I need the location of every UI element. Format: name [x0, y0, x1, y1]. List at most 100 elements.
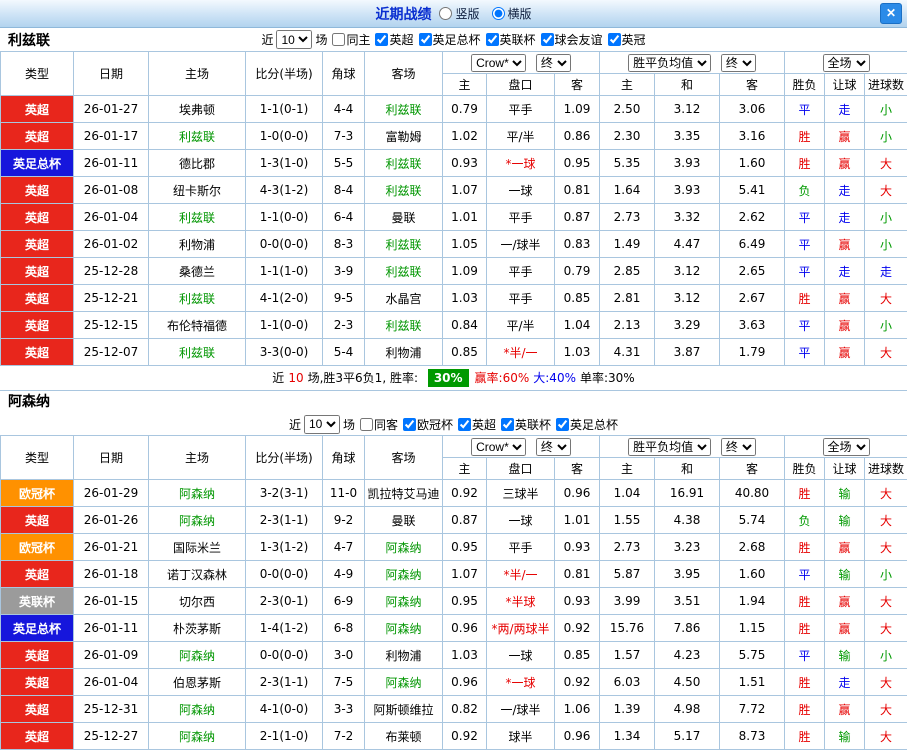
home-team: 诺丁汉森林 — [149, 561, 246, 588]
match-count-select[interactable]: 10 — [276, 30, 312, 49]
result-handicap: 赢 — [825, 150, 865, 177]
league-filter-0[interactable]: 同客 — [360, 416, 398, 433]
win-odds: 5.35 — [600, 150, 655, 177]
result-wdl: 平 — [785, 258, 825, 285]
col-type-header: 类型 — [1, 52, 74, 96]
scope-select[interactable]: 全场 — [823, 54, 870, 72]
final-odds-select[interactable]: 终 — [536, 54, 571, 72]
home-team: 埃弗顿 — [149, 96, 246, 123]
score: 4-1(0-0) — [246, 696, 323, 723]
win-odds: 1.49 — [600, 231, 655, 258]
handicap-line: *一球 — [487, 669, 555, 696]
layout-radio-input[interactable] — [492, 7, 505, 20]
league-filter-label: 英超 — [472, 416, 496, 433]
odds-group-header: 胜平负均值 终 — [600, 52, 785, 74]
col-corner-header: 角球 — [323, 52, 365, 96]
league-filter-checkbox[interactable] — [458, 418, 471, 431]
layout-radio-input[interactable] — [439, 7, 452, 20]
league-type-badge: 英超 — [1, 204, 74, 231]
match-row: 英超25-12-27阿森纳2-1(1-0)7-2布莱顿0.92球半0.961.3… — [1, 723, 907, 750]
win-odds: 3.99 — [600, 588, 655, 615]
summary-text: 场,胜3平6负1, 胜率: — [308, 371, 422, 385]
close-button[interactable]: ✕ — [880, 3, 902, 24]
final-odds-select[interactable]: 终 — [536, 438, 571, 456]
result-goals: 大 — [865, 480, 907, 507]
league-filter-4[interactable]: 球会友谊 — [541, 31, 603, 48]
handicap-line: 平手 — [487, 204, 555, 231]
handicap-home-odds: 1.05 — [443, 231, 487, 258]
handicap-home-odds: 1.03 — [443, 285, 487, 312]
match-date: 26-01-15 — [74, 588, 149, 615]
league-filter-5[interactable]: 英冠 — [608, 31, 646, 48]
result-handicap: 赢 — [825, 285, 865, 312]
final-odds-select-2[interactable]: 终 — [721, 438, 756, 456]
league-filter-checkbox[interactable] — [541, 33, 554, 46]
league-filter-0[interactable]: 同主 — [332, 31, 370, 48]
odds-type-select[interactable]: 胜平负均值 — [628, 438, 711, 456]
subcol-handicap-line: 盘口 — [487, 74, 555, 96]
league-filter-checkbox[interactable] — [501, 418, 514, 431]
league-filter-label: 英联杯 — [515, 416, 551, 433]
win-odds: 1.39 — [600, 696, 655, 723]
away-team: 曼联 — [365, 507, 443, 534]
draw-odds: 3.23 — [655, 534, 720, 561]
result-goals: 大 — [865, 150, 907, 177]
league-filter-checkbox[interactable] — [403, 418, 416, 431]
result-handicap: 输 — [825, 480, 865, 507]
result-handicap: 走 — [825, 96, 865, 123]
league-filter-2[interactable]: 英超 — [458, 416, 496, 433]
league-filter-3[interactable]: 英联杯 — [501, 416, 551, 433]
draw-odds: 7.86 — [655, 615, 720, 642]
handicap-line: 平/半 — [487, 312, 555, 339]
draw-odds: 4.38 — [655, 507, 720, 534]
win-rate-badge: 30% — [428, 369, 469, 387]
final-odds-select-2[interactable]: 终 — [721, 54, 756, 72]
handicap-line: 一球 — [487, 507, 555, 534]
team-section: 阿森纳 近10场同客欧冠杯英超英联杯英足总杯 类型 日期 主场 比分(半场) 角… — [0, 391, 907, 750]
odds-type-select[interactable]: 胜平负均值 — [628, 54, 711, 72]
scope-select[interactable]: 全场 — [823, 438, 870, 456]
handicap-away-odds: 0.85 — [555, 642, 600, 669]
league-filter-4[interactable]: 英足总杯 — [556, 416, 618, 433]
league-filter-3[interactable]: 英联杯 — [486, 31, 536, 48]
lose-odds: 2.65 — [720, 258, 785, 285]
result-wdl: 胜 — [785, 588, 825, 615]
league-filter-1[interactable]: 英超 — [375, 31, 413, 48]
away-team: 利兹联 — [365, 258, 443, 285]
league-filter-1[interactable]: 欧冠杯 — [403, 416, 453, 433]
result-handicap: 赢 — [825, 312, 865, 339]
league-type-badge: 英超 — [1, 285, 74, 312]
subcol-win: 主 — [600, 458, 655, 480]
match-date: 25-12-21 — [74, 285, 149, 312]
layout-radio-vertical[interactable]: 竖版 — [439, 5, 479, 22]
league-filter-checkbox[interactable] — [608, 33, 621, 46]
draw-odds: 4.23 — [655, 642, 720, 669]
league-filter-checkbox[interactable] — [486, 33, 499, 46]
bookmaker-select[interactable]: Crow* — [471, 438, 526, 456]
match-row: 英超26-01-17利兹联1-0(0-0)7-3富勒姆1.02平/半0.862.… — [1, 123, 907, 150]
away-team: 凯拉特艾马迪 — [365, 480, 443, 507]
league-filter-checkbox[interactable] — [556, 418, 569, 431]
result-handicap: 输 — [825, 642, 865, 669]
win-odds: 2.13 — [600, 312, 655, 339]
league-filter-checkbox[interactable] — [419, 33, 432, 46]
league-filter-2[interactable]: 英足总杯 — [419, 31, 481, 48]
league-filter-checkbox[interactable] — [360, 418, 373, 431]
result-wdl: 胜 — [785, 480, 825, 507]
layout-radio-horizontal[interactable]: 横版 — [492, 5, 532, 22]
result-goals: 小 — [865, 312, 907, 339]
win-odds: 2.81 — [600, 285, 655, 312]
match-row: 英超26-01-04利兹联1-1(0-0)6-4曼联1.01平手0.872.73… — [1, 204, 907, 231]
match-count-select[interactable]: 10 — [304, 415, 340, 434]
draw-odds: 3.51 — [655, 588, 720, 615]
league-filter-checkbox[interactable] — [332, 33, 345, 46]
home-team: 阿森纳 — [149, 696, 246, 723]
handicap-away-odds: 0.85 — [555, 285, 600, 312]
home-team: 阿森纳 — [149, 480, 246, 507]
summary-text: 近 — [272, 371, 284, 385]
league-filter-checkbox[interactable] — [375, 33, 388, 46]
lose-odds: 7.72 — [720, 696, 785, 723]
bookmaker-select[interactable]: Crow* — [471, 54, 526, 72]
corners: 6-4 — [323, 204, 365, 231]
league-filter-label: 同客 — [374, 416, 398, 433]
